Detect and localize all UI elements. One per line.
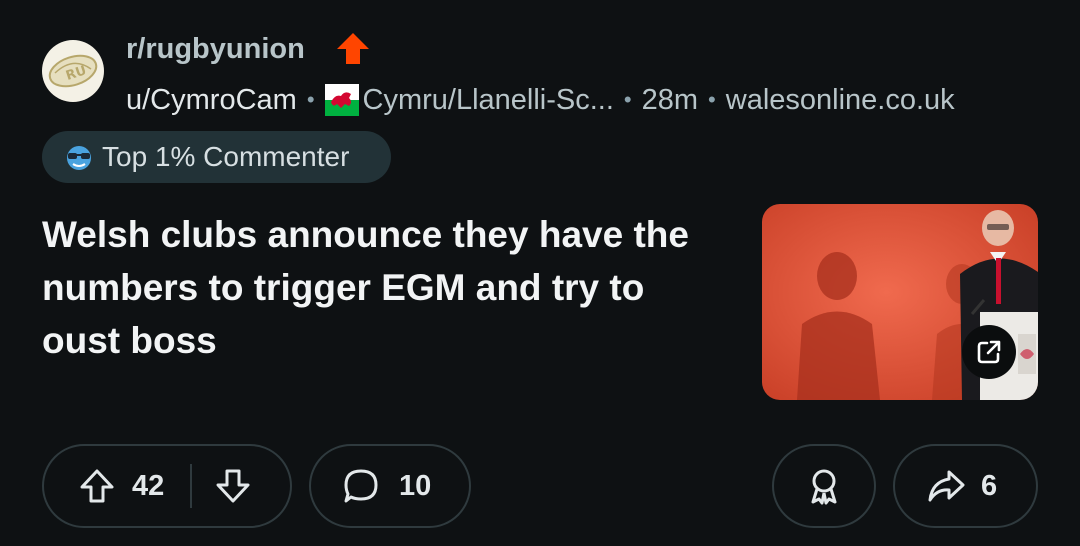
award-button[interactable]: [772, 444, 876, 528]
comment-icon-wrap: [341, 466, 381, 506]
achievement-badge[interactable]: Top 1% Commenter: [42, 131, 391, 183]
user-flair[interactable]: Cymru/Llanelli-Sc...: [363, 84, 614, 117]
up-arrow-icon: [337, 33, 369, 64]
subreddit-avatar[interactable]: RU: [42, 40, 104, 102]
separator-dot: •: [306, 87, 315, 112]
upvote-button[interactable]: [78, 467, 116, 505]
share-icon-wrap: [925, 466, 967, 506]
vote-divider: [190, 464, 193, 508]
author-link[interactable]: u/CymroCam: [126, 84, 297, 117]
award-icon: [811, 469, 837, 505]
share-button[interactable]: 6: [893, 444, 1038, 528]
downvote-button[interactable]: [214, 467, 252, 505]
vote-count: 42: [132, 469, 165, 502]
comment-count: 10: [399, 469, 432, 502]
wales-flag-icon: [324, 84, 359, 116]
rugby-ball-icon: RU: [48, 54, 98, 88]
post-meta: u/CymroCam • Cymru/Llanelli-Sc... • 28m …: [126, 80, 955, 120]
external-link-icon: [977, 340, 1001, 364]
comments-button[interactable]: 10: [309, 444, 471, 528]
subreddit-name[interactable]: r/rugbyunion: [126, 33, 305, 66]
share-count: 6: [981, 469, 998, 502]
post-title[interactable]: Welsh clubs announce they have the numbe…: [42, 208, 732, 367]
arrow-up-icon: [80, 469, 114, 503]
share-arrow-icon: [928, 470, 965, 502]
link-domain[interactable]: walesonline.co.uk: [726, 84, 955, 117]
speech-bubble-icon: [344, 469, 378, 503]
post-time: 28m: [641, 83, 699, 116]
sunglasses-icon: [67, 146, 91, 170]
badge-label: Top 1% Commenter: [102, 141, 350, 172]
arrow-down-icon: [216, 469, 250, 503]
separator-dot: •: [708, 87, 716, 112]
external-link-button[interactable]: [962, 325, 1016, 379]
vote-bar: 42: [42, 444, 292, 528]
separator-dot: •: [623, 87, 632, 112]
